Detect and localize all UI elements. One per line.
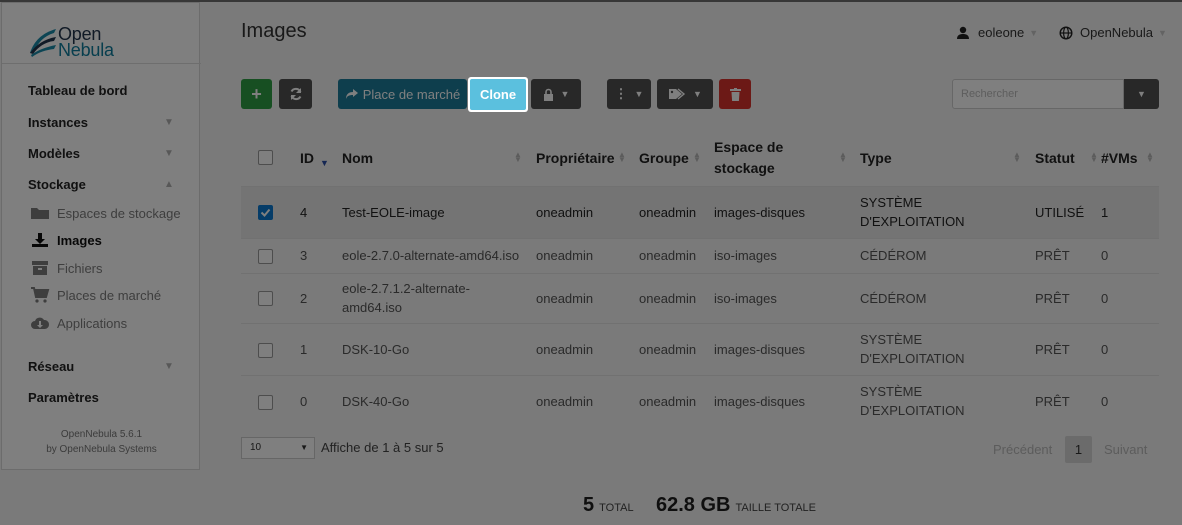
clone-button[interactable]: Clone	[468, 77, 528, 112]
clone-label: Clone	[470, 79, 526, 110]
dim-overlay	[0, 0, 1182, 525]
top-border	[0, 0, 1182, 2]
